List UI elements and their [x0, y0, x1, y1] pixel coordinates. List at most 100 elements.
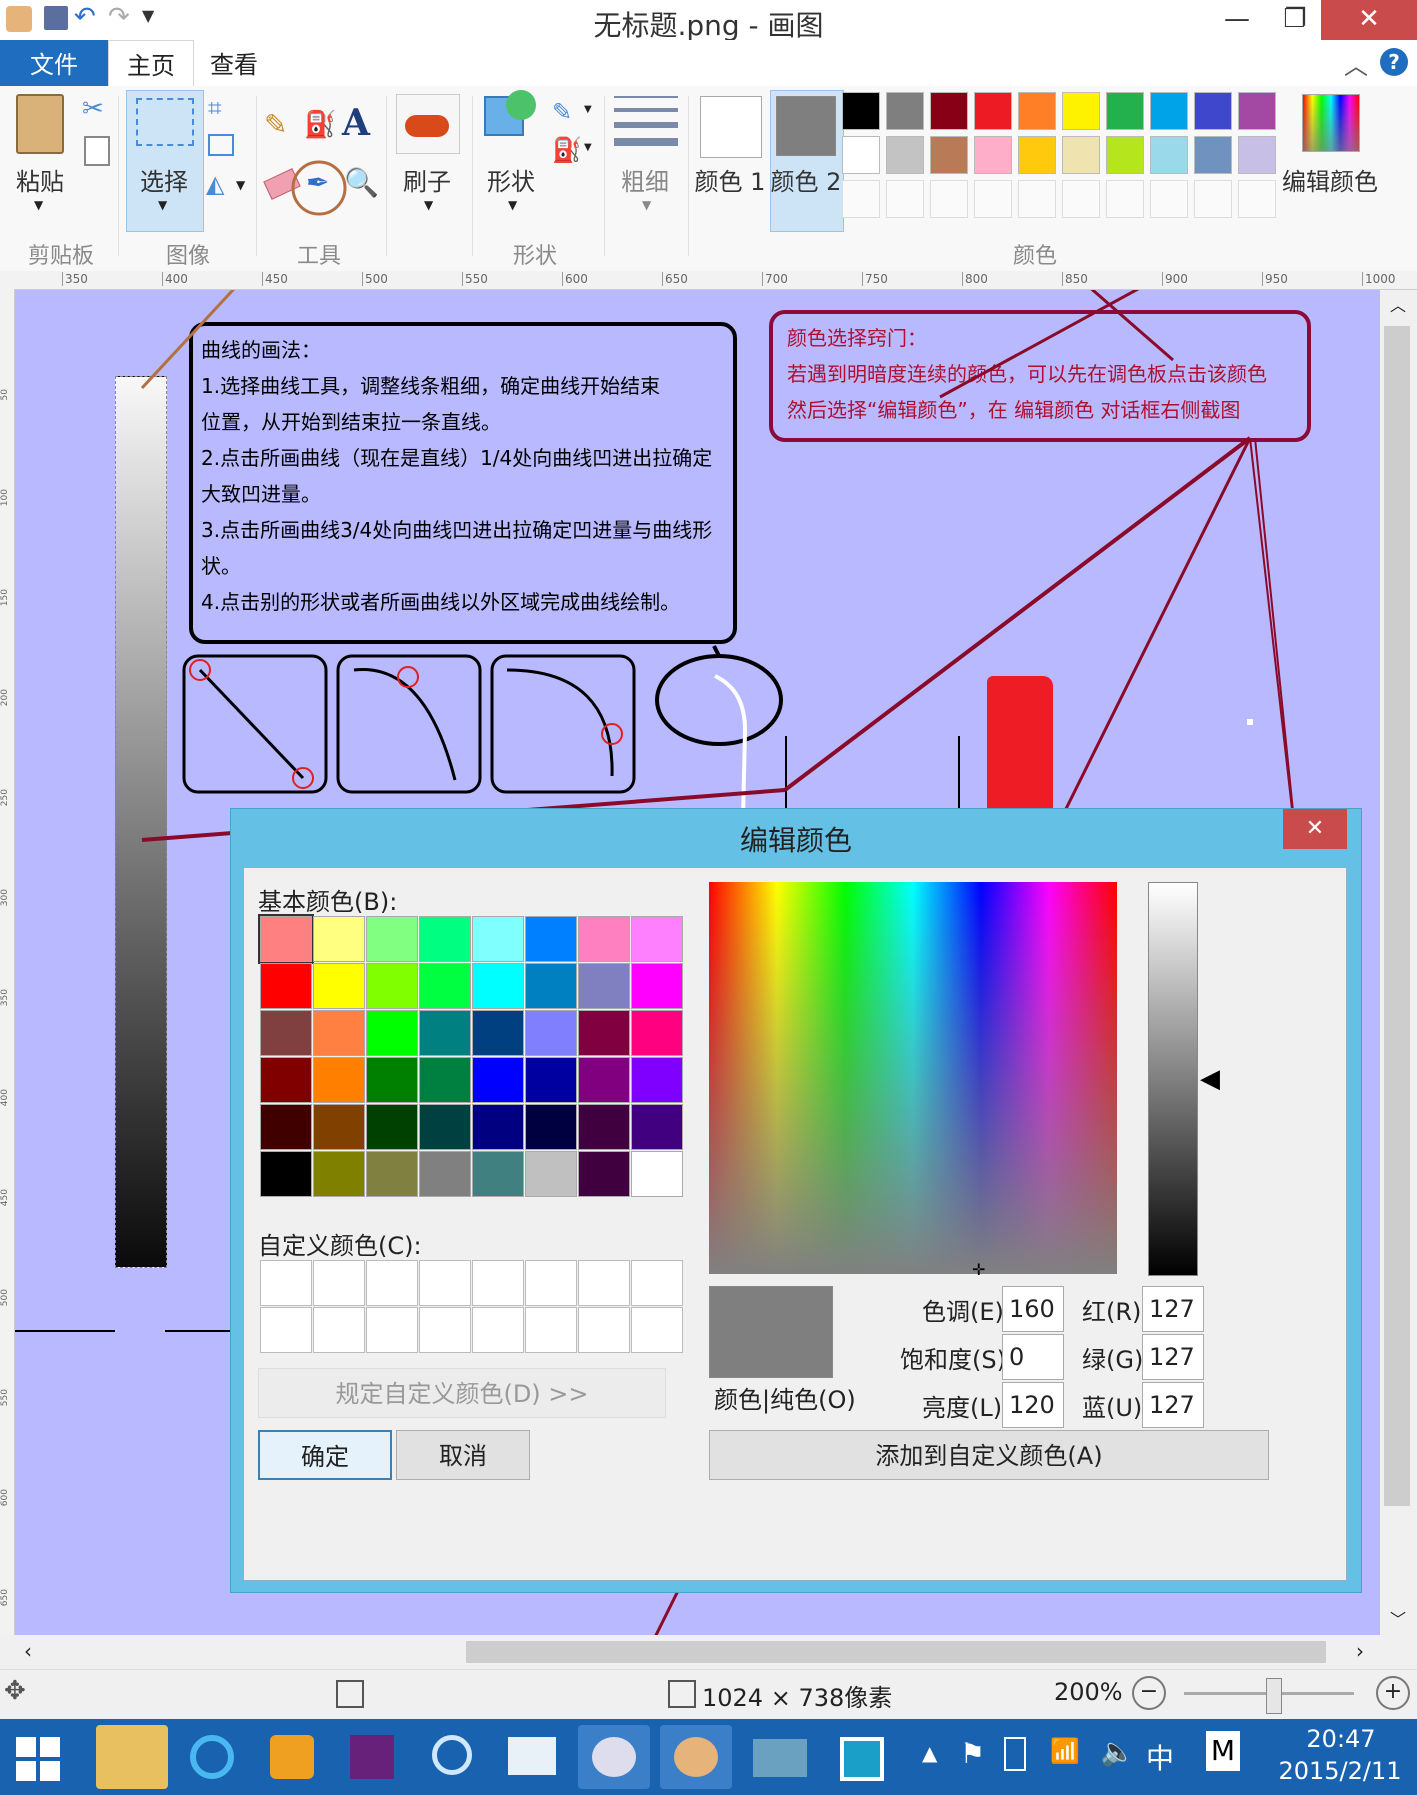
basic-color-swatch[interactable]: [313, 1151, 365, 1197]
palette-swatch[interactable]: [974, 92, 1012, 130]
palette-swatch[interactable]: [1150, 92, 1188, 130]
basic-color-swatch[interactable]: [313, 916, 365, 962]
custom-color-swatch[interactable]: [260, 1260, 312, 1306]
basic-color-swatch[interactable]: [525, 1151, 577, 1197]
clock-date[interactable]: 2015/2/11: [1264, 1757, 1416, 1785]
power-icon[interactable]: [1004, 1737, 1026, 1771]
volume-icon[interactable]: 🔈: [1100, 1735, 1135, 1768]
outline-dropdown-icon[interactable]: ▼: [584, 104, 592, 115]
custom-color-swatch[interactable]: [366, 1307, 418, 1353]
basic-color-swatch[interactable]: [525, 1057, 577, 1103]
basic-color-swatch[interactable]: [419, 916, 471, 962]
custom-color-swatch[interactable]: [366, 1260, 418, 1306]
basic-color-swatch[interactable]: [366, 963, 418, 1009]
custom-color-swatch[interactable]: [631, 1260, 683, 1306]
action-center-flag-icon[interactable]: ⚑: [960, 1737, 985, 1770]
basic-color-swatch[interactable]: [578, 1010, 630, 1056]
cancel-button[interactable]: 取消: [396, 1430, 530, 1480]
fill-style-icon[interactable]: ⛽: [552, 136, 582, 164]
palette-empty-swatch[interactable]: [1106, 180, 1144, 218]
palette-swatch[interactable]: [842, 136, 880, 174]
basic-color-swatch[interactable]: [631, 963, 683, 1009]
palette-empty-swatch[interactable]: [842, 180, 880, 218]
basic-color-swatch[interactable]: [419, 963, 471, 1009]
basic-color-swatch[interactable]: [472, 1151, 524, 1197]
file-explorer-icon[interactable]: [96, 1725, 168, 1789]
palette-swatch[interactable]: [1018, 136, 1056, 174]
basic-color-swatch[interactable]: [525, 916, 577, 962]
color-picker-icon[interactable]: ✒: [306, 166, 329, 199]
palette-empty-swatch[interactable]: [1150, 180, 1188, 218]
palette-swatch[interactable]: [1238, 136, 1276, 174]
custom-color-swatch[interactable]: [260, 1307, 312, 1353]
network-signal-icon[interactable]: 📶: [1050, 1737, 1080, 1765]
basic-color-swatch[interactable]: [578, 1151, 630, 1197]
basic-color-swatch[interactable]: [260, 1010, 312, 1056]
restore-button[interactable]: ❐: [1262, 0, 1328, 40]
scroll-up-icon[interactable]: ︿: [1390, 292, 1406, 316]
basic-color-swatch[interactable]: [472, 916, 524, 962]
custom-color-swatch[interactable]: [313, 1260, 365, 1306]
custom-color-swatch[interactable]: [578, 1307, 630, 1353]
fill-style-dropdown-icon[interactable]: ▼: [584, 142, 592, 153]
select-button[interactable]: 选择: [128, 162, 200, 197]
tab-home[interactable]: 主页: [108, 40, 194, 87]
luminance-slider[interactable]: [1148, 882, 1198, 1276]
ok-button[interactable]: 确定: [258, 1430, 392, 1480]
basic-color-swatch[interactable]: [366, 1151, 418, 1197]
eraser-icon[interactable]: [263, 168, 301, 200]
resize-icon[interactable]: [208, 134, 234, 156]
paint-icon[interactable]: [660, 1725, 732, 1789]
photo-viewer-icon[interactable]: [744, 1725, 816, 1789]
basic-color-swatch[interactable]: [260, 1057, 312, 1103]
basic-color-swatch[interactable]: [313, 1104, 365, 1150]
palette-swatch[interactable]: [1194, 136, 1232, 174]
rotate-icon[interactable]: ◭: [206, 170, 224, 198]
basic-color-swatch[interactable]: [578, 963, 630, 1009]
palette-swatch[interactable]: [930, 136, 968, 174]
basic-color-swatch[interactable]: [472, 1010, 524, 1056]
basic-color-swatch[interactable]: [260, 1151, 312, 1197]
palette-swatch[interactable]: [886, 92, 924, 130]
color2-button[interactable]: 颜色 2: [768, 162, 844, 197]
saturation-input[interactable]: 0: [1002, 1334, 1064, 1380]
copy-icon[interactable]: [84, 136, 110, 166]
magnifier-icon[interactable]: 🔍: [344, 166, 379, 199]
basic-color-swatch[interactable]: [313, 1010, 365, 1056]
color2-swatch[interactable]: [776, 96, 836, 156]
basic-color-swatch[interactable]: [525, 963, 577, 1009]
ime-indicator[interactable]: 中: [1146, 1737, 1174, 1777]
custom-color-swatch[interactable]: [578, 1260, 630, 1306]
basic-color-swatch[interactable]: [578, 916, 630, 962]
custom-color-swatch[interactable]: [472, 1260, 524, 1306]
palette-swatch[interactable]: [930, 92, 968, 130]
horizontal-scrollbar[interactable]: ‹ ›: [0, 1635, 1417, 1669]
basic-color-swatch[interactable]: [258, 914, 314, 964]
scroll-down-icon[interactable]: ﹀: [1390, 1606, 1406, 1630]
basic-color-swatch[interactable]: [525, 1104, 577, 1150]
palette-empty-swatch[interactable]: [930, 180, 968, 218]
performance-monitor-icon[interactable]: [496, 1725, 568, 1789]
basic-color-swatch[interactable]: [419, 1151, 471, 1197]
basic-color-swatch[interactable]: [472, 963, 524, 1009]
pencil-icon[interactable]: ✎: [264, 108, 287, 141]
visual-studio-icon[interactable]: [336, 1725, 408, 1789]
palette-empty-swatch[interactable]: [1062, 180, 1100, 218]
palette-empty-swatch[interactable]: [974, 180, 1012, 218]
shapes-dropdown-icon[interactable]: ▼: [508, 198, 517, 212]
paste-icon[interactable]: [16, 94, 64, 154]
basic-color-swatch[interactable]: [366, 1057, 418, 1103]
size-icon[interactable]: [614, 96, 678, 152]
palette-swatch[interactable]: [1194, 92, 1232, 130]
tab-file[interactable]: 文件: [0, 40, 108, 86]
palette-swatch[interactable]: [1062, 136, 1100, 174]
palette-swatch[interactable]: [842, 92, 880, 130]
brushes-button[interactable]: 刷子: [392, 162, 462, 197]
basic-color-swatch[interactable]: [260, 1104, 312, 1150]
shapes-button[interactable]: 形状: [476, 162, 546, 197]
palette-swatch[interactable]: [886, 136, 924, 174]
basic-color-swatch[interactable]: [631, 1151, 683, 1197]
custom-color-swatch[interactable]: [525, 1307, 577, 1353]
basic-color-swatch[interactable]: [366, 1104, 418, 1150]
paste-dropdown-icon[interactable]: ▼: [34, 198, 43, 212]
